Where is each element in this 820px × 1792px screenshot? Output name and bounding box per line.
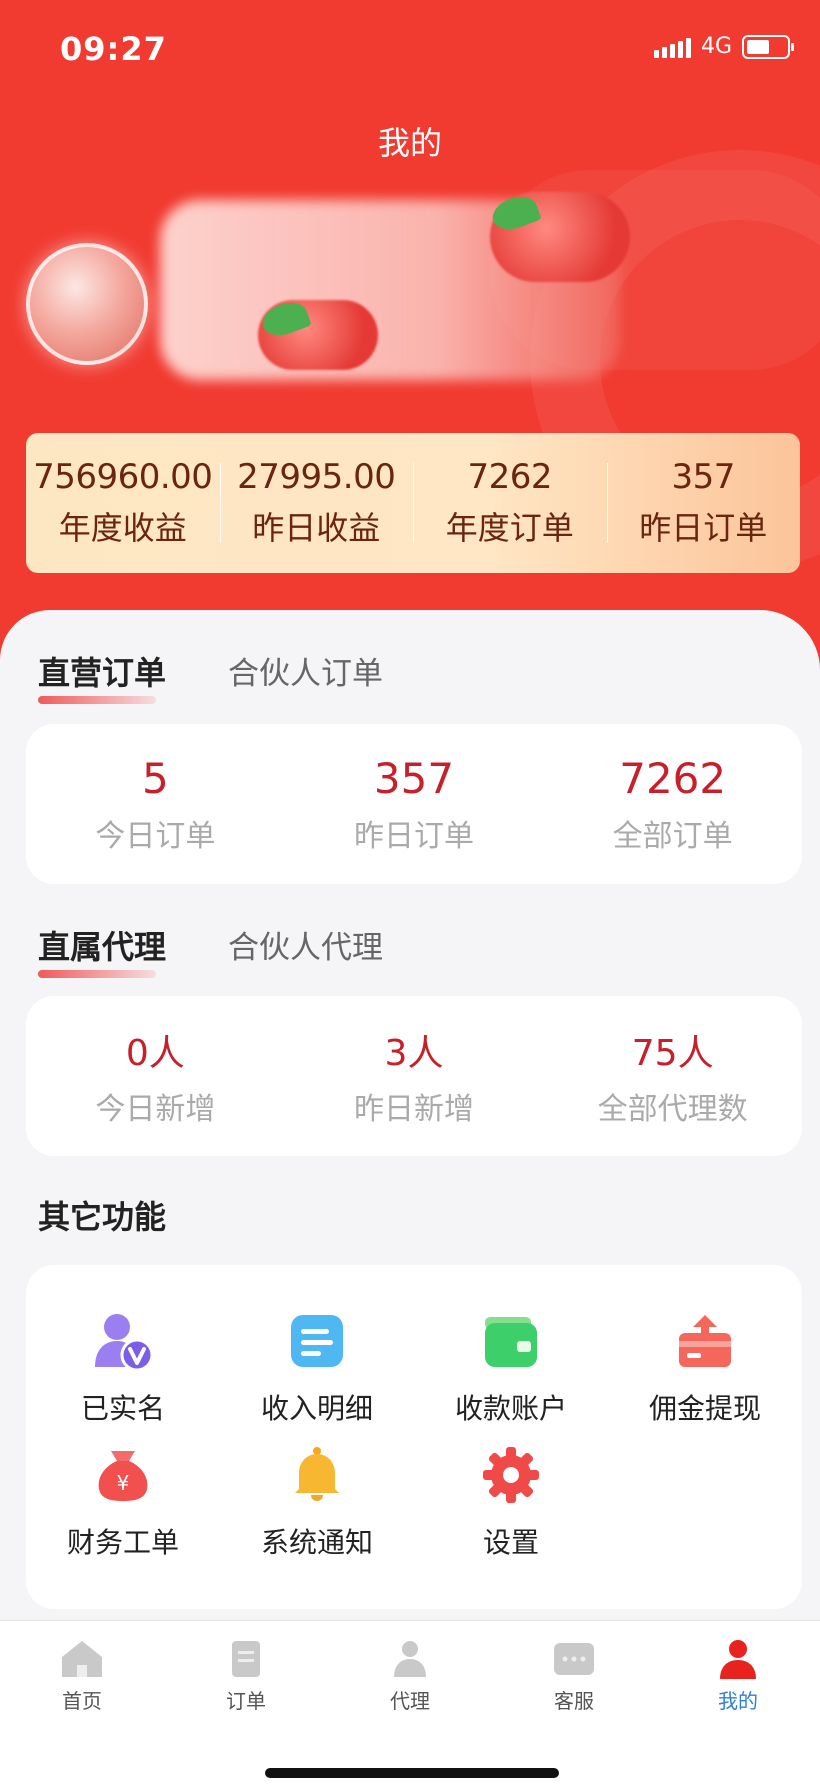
function-verified[interactable]: 已实名 <box>26 1309 220 1427</box>
metric-total-agents[interactable]: 75人 全部代理数 <box>543 996 802 1156</box>
function-label: 已实名 <box>80 1392 165 1425</box>
metric-yesterday-new-agents[interactable]: 3人 昨日新增 <box>285 996 544 1156</box>
status-time: 09:27 <box>60 30 167 68</box>
bottom-navigation: 首页 订单 代理 客服 我的 <box>0 1620 820 1792</box>
function-label: 佣金提现 <box>648 1392 761 1425</box>
chat-icon <box>552 1639 596 1679</box>
wallet-icon <box>479 1309 543 1373</box>
nav-label: 订单 <box>226 1689 266 1713</box>
function-income-details[interactable]: 收入明细 <box>220 1309 414 1427</box>
stat-value: 357 <box>671 457 736 497</box>
metric-all-orders[interactable]: 7262 全部订单 <box>543 724 802 884</box>
function-label: 收入明细 <box>260 1392 373 1425</box>
avatar[interactable] <box>26 243 148 365</box>
page-title: 我的 <box>377 124 442 162</box>
stat-label: 昨日收益 <box>252 509 381 547</box>
stat-label: 年度收益 <box>58 509 187 547</box>
function-label: 系统通知 <box>260 1526 373 1559</box>
verified-user-icon <box>91 1309 155 1373</box>
tab-label: 直属代理 <box>38 928 167 966</box>
order-icon <box>224 1639 268 1679</box>
agent-icon <box>388 1639 432 1679</box>
metric-value: 75人 <box>631 1033 714 1074</box>
function-payment-account[interactable]: 收款账户 <box>414 1309 608 1427</box>
stat-annual-income[interactable]: 756960.00 年度收益 <box>26 433 220 573</box>
function-finance-ticket[interactable]: ¥ 财务工单 <box>26 1443 220 1561</box>
function-label: 设置 <box>482 1526 539 1559</box>
order-metrics-card: 5 今日订单 357 昨日订单 7262 全部订单 <box>26 724 802 884</box>
tab-underline <box>38 970 156 978</box>
metric-label: 昨日订单 <box>354 818 474 854</box>
status-bar: 09:27 4G <box>0 0 820 100</box>
signal-icon <box>653 36 691 58</box>
tab-partner-orders[interactable]: 合伙人订单 <box>228 648 383 693</box>
metric-value: 3人 <box>384 1033 444 1074</box>
agent-metrics-card: 0人 今日新增 3人 昨日新增 75人 全部代理数 <box>26 996 802 1156</box>
order-tabs: 直营订单 合伙人订单 <box>38 648 383 704</box>
function-commission-withdraw[interactable]: 佣金提现 <box>608 1309 802 1427</box>
battery-icon <box>742 34 794 59</box>
agent-tabs: 直属代理 合伙人代理 <box>38 922 383 978</box>
stat-value: 27995.00 <box>237 457 396 497</box>
home-icon <box>60 1639 104 1679</box>
function-grid: 已实名 收入明细 收款账户 佣金提现 ¥ 财务工单 系统通知 设置 <box>26 1265 802 1609</box>
tab-direct-agents[interactable]: 直属代理 <box>38 922 167 978</box>
home-indicator <box>265 1768 559 1778</box>
user-icon <box>716 1639 760 1679</box>
section-title-other-functions: 其它功能 <box>38 1198 167 1236</box>
stat-annual-orders[interactable]: 7262 年度订单 <box>413 433 607 573</box>
stat-yesterday-income[interactable]: 27995.00 昨日收益 <box>219 433 414 573</box>
nav-label: 我的 <box>718 1689 758 1713</box>
metric-label: 今日订单 <box>95 818 216 854</box>
function-label: 财务工单 <box>66 1526 179 1559</box>
metric-value: 357 <box>373 753 455 803</box>
function-system-notice[interactable]: 系统通知 <box>220 1443 414 1561</box>
status-indicators: 4G <box>653 34 794 59</box>
metric-today-orders[interactable]: 5 今日订单 <box>26 724 285 884</box>
gear-icon <box>479 1443 543 1507</box>
nav-orders[interactable]: 订单 <box>164 1639 328 1714</box>
money-bag-icon: ¥ <box>91 1443 155 1507</box>
metric-value: 5 <box>141 753 169 803</box>
nav-home[interactable]: 首页 <box>0 1639 164 1714</box>
metric-value: 7262 <box>619 753 727 803</box>
function-label: 收款账户 <box>454 1392 567 1425</box>
earnings-summary-card: 756960.00 年度收益 27995.00 昨日收益 7262 年度订单 3… <box>26 433 800 573</box>
stat-label: 昨日订单 <box>639 509 768 547</box>
withdraw-icon <box>673 1309 737 1373</box>
nav-mine[interactable]: 我的 <box>656 1639 820 1714</box>
metric-label: 今日新增 <box>95 1092 216 1127</box>
nav-label: 代理 <box>390 1689 430 1713</box>
function-settings[interactable]: 设置 <box>414 1443 608 1561</box>
metric-label: 全部代理数 <box>597 1092 748 1127</box>
metric-today-new-agents[interactable]: 0人 今日新增 <box>26 996 285 1156</box>
stat-value: 7262 <box>467 457 553 497</box>
nav-label: 首页 <box>62 1689 102 1713</box>
stat-yesterday-orders[interactable]: 357 昨日订单 <box>606 433 801 573</box>
nav-agents[interactable]: 代理 <box>328 1639 492 1714</box>
metric-label: 全部订单 <box>612 818 733 854</box>
metric-label: 昨日新增 <box>354 1092 474 1127</box>
tab-partner-agents[interactable]: 合伙人代理 <box>228 922 383 967</box>
network-type: 4G <box>700 34 732 59</box>
tab-direct-orders[interactable]: 直营订单 <box>38 648 167 704</box>
metric-value: 0人 <box>125 1033 185 1074</box>
tab-label: 直营订单 <box>38 654 167 692</box>
metric-yesterday-orders[interactable]: 357 昨日订单 <box>285 724 544 884</box>
nav-customer-service[interactable]: 客服 <box>492 1639 656 1714</box>
tab-underline <box>38 696 156 704</box>
document-list-icon <box>285 1309 349 1373</box>
bell-icon <box>285 1443 349 1507</box>
svg-text:¥: ¥ <box>117 1471 130 1495</box>
profile-header: 09:27 4G 我的 756960.00 年度收益 27995.00 昨日收益… <box>0 0 820 700</box>
nav-label: 客服 <box>554 1689 594 1713</box>
stat-label: 年度订单 <box>445 509 574 547</box>
stat-value: 756960.00 <box>33 457 213 497</box>
